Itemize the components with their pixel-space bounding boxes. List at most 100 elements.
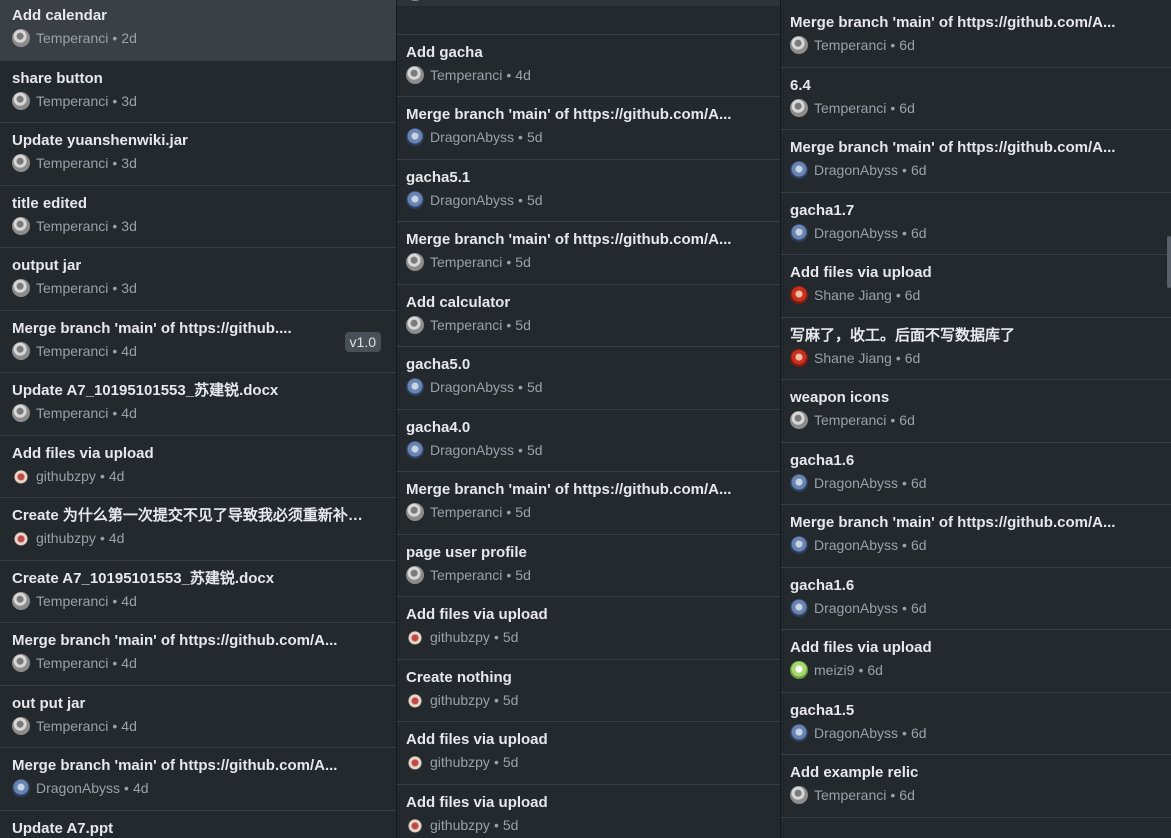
commit-row[interactable]: gacha1.5 DragonAbyss • 6d (781, 693, 1171, 755)
commit-row[interactable]: Update A7.ppt (0, 811, 396, 838)
avatar-icon (790, 598, 808, 617)
commit-time: 4d (121, 592, 137, 609)
commit-row[interactable]: gacha4.0 DragonAbyss • 5d (397, 410, 780, 472)
meta-separator: • (112, 405, 118, 421)
avatar-icon (12, 216, 30, 235)
commit-time: 5d (526, 441, 543, 458)
commit-row[interactable]: gacha5.1 DragonAbyss • 5d (397, 160, 780, 222)
commit-row[interactable]: gacha1.6 DragonAbyss • 6d (781, 568, 1171, 630)
commit-meta: githubzpy • 5d (406, 753, 768, 771)
meta-separator: • (112, 155, 118, 171)
commit-meta: githubzpy • 5d (406, 815, 768, 834)
commit-row[interactable]: Merge branch 'main' of https://github.co… (781, 130, 1171, 193)
commit-row[interactable]: output jar Temperanci • 3d (0, 248, 396, 311)
commit-row[interactable]: Add gacha Temperanci • 4d (397, 35, 780, 97)
commit-row[interactable]: Merge branch 'main' of https://github...… (0, 311, 396, 373)
commit-row[interactable]: weapon icons Temperanci • 6d (781, 380, 1171, 443)
meta-separator: • (902, 474, 907, 491)
avatar-icon (406, 65, 424, 84)
meta-separator: • (890, 412, 896, 428)
avatar-icon (12, 341, 30, 360)
commit-author: Temperanci (36, 280, 109, 296)
meta-separator: • (506, 566, 512, 583)
commit-row[interactable]: Update yuanshenwiki.jar Temperanci • 3d (0, 123, 396, 186)
commit-message: gacha1.6 (790, 451, 855, 469)
avatar-icon (12, 529, 30, 547)
meta-separator: • (493, 691, 499, 708)
commit-time: 5d (502, 816, 519, 833)
commit-row[interactable]: Merge branch 'main' of https://github.co… (0, 748, 396, 811)
commit-row[interactable]: gacha1.7 DragonAbyss • 6d (781, 193, 1171, 255)
commit-meta: DragonAbyss • 6d (790, 536, 1159, 554)
commit-time: 6d (904, 287, 921, 303)
commit-author: Temperanci (36, 30, 109, 46)
commit-row[interactable]: Temperanci•4d (397, 0, 780, 35)
commit-message: Add example relic (790, 764, 919, 781)
commit-list: Merge branch 'main' of https://github.co… (781, 5, 1171, 818)
commit-author: Temperanci (430, 316, 503, 333)
commit-time: 3d (121, 155, 137, 171)
avatar-icon (406, 315, 424, 334)
commit-row[interactable]: gacha5.0 DragonAbyss • 5d (397, 347, 780, 410)
commit-message: Add files via upload (406, 731, 548, 748)
commit-row[interactable]: gacha1.6 DragonAbyss • 6d (781, 443, 1171, 505)
commit-time: 4d (108, 530, 125, 546)
commit-row[interactable]: Add calculator Temperanci • 5d (397, 285, 780, 347)
commit-row[interactable]: Create nothing githubzpy • 5d (397, 660, 780, 722)
commit-row[interactable]: Add example relic Temperanci • 6d (781, 755, 1171, 818)
avatar-icon (406, 378, 424, 396)
commit-meta: Temperanci • 3d (12, 91, 384, 110)
avatar-icon (406, 690, 424, 709)
commit-row[interactable]: Create 为什么第一次提交不见了导致我必须重新补一... githubzpy •… (0, 498, 396, 561)
commit-row[interactable]: Merge branch 'main' of https://github.co… (397, 222, 780, 285)
commit-author: githubzpy (430, 691, 490, 708)
avatar-icon (790, 661, 808, 679)
scrollbar-thumb[interactable] (1167, 236, 1171, 288)
commit-meta: Temperanci • 3d (12, 154, 384, 172)
commit-row[interactable]: Add files via upload githubzpy • 5d (397, 785, 780, 838)
commit-row[interactable]: Update A7_10195101553_苏建锐.docx Temperanci… (0, 373, 396, 436)
commit-row[interactable]: title edited Temperanci • 3d (0, 186, 396, 248)
commit-time: 6d (904, 349, 921, 366)
meta-separator: • (112, 30, 118, 46)
commit-meta: DragonAbyss • 6d (790, 473, 1159, 492)
commit-row[interactable]: Add files via upload githubzpy • 5d (397, 597, 780, 660)
commit-row[interactable]: Create A7_10195101553_苏建锐.docx Temperanci… (0, 561, 396, 623)
commit-column-3: Merge branch 'main' of https://github.co… (781, 0, 1171, 838)
commit-meta: DragonAbyss • 5d (406, 440, 768, 459)
commit-row[interactable]: share button Temperanci • 3d (0, 61, 396, 123)
commit-row[interactable]: Add files via upload meizi9 • 6d (781, 630, 1171, 693)
commit-row[interactable]: 写麻了，收工。后面不写数据库了 Shane Jiang • 6d (781, 318, 1171, 380)
commit-row[interactable]: Merge branch 'main' of https://github.co… (0, 623, 396, 686)
meta-separator: • (506, 254, 512, 270)
commit-row[interactable]: Add files via upload Shane Jiang • 6d (781, 255, 1171, 318)
commit-meta: githubzpy • 5d (406, 628, 768, 646)
commit-row[interactable]: page user profile Temperanci • 5d (397, 535, 780, 597)
commit-time: 5d (526, 129, 543, 145)
meta-separator: • (902, 162, 907, 178)
avatar-icon (406, 565, 424, 584)
commit-row[interactable]: 6.4 Temperanci • 6d (781, 68, 1171, 130)
commit-row[interactable]: Merge branch 'main' of https://github.co… (781, 5, 1171, 68)
commit-row[interactable]: Merge branch 'main' of https://github.co… (781, 505, 1171, 568)
commit-column-2: Temperanci•4dAdd gachaTemperanci•4dMerge… (397, 0, 780, 838)
commit-row[interactable]: Add files via upload githubzpy • 4d (0, 436, 396, 498)
commit-author: DragonAbyss (430, 191, 515, 208)
commit-row[interactable]: Add calendar Temperanci • 2d (0, 0, 396, 61)
commit-row[interactable]: out put jar Temperanci • 4d (0, 686, 396, 748)
commit-message: Update yuanshenwiki.jar (12, 132, 188, 149)
commit-row[interactable]: Add files via upload githubzpy • 5d (397, 722, 780, 785)
commit-row[interactable]: Merge branch 'main' of https://github.co… (397, 472, 780, 535)
avatar-icon (406, 253, 424, 271)
commit-row[interactable]: Merge branch 'main' of https://github.co… (397, 97, 780, 160)
meta-separator: • (902, 724, 907, 741)
meta-separator: • (902, 224, 907, 241)
version-tag-badge[interactable]: v1.0 (344, 331, 381, 352)
meta-separator: • (112, 280, 118, 296)
commit-meta: Temperanci • 5d (406, 253, 768, 271)
commit-time: 4d (121, 717, 137, 734)
commit-time: 2d (121, 30, 137, 46)
commit-meta: Shane Jiang • 6d (790, 286, 1159, 304)
commit-message: Add files via upload (406, 606, 548, 623)
avatar-icon (790, 723, 808, 742)
